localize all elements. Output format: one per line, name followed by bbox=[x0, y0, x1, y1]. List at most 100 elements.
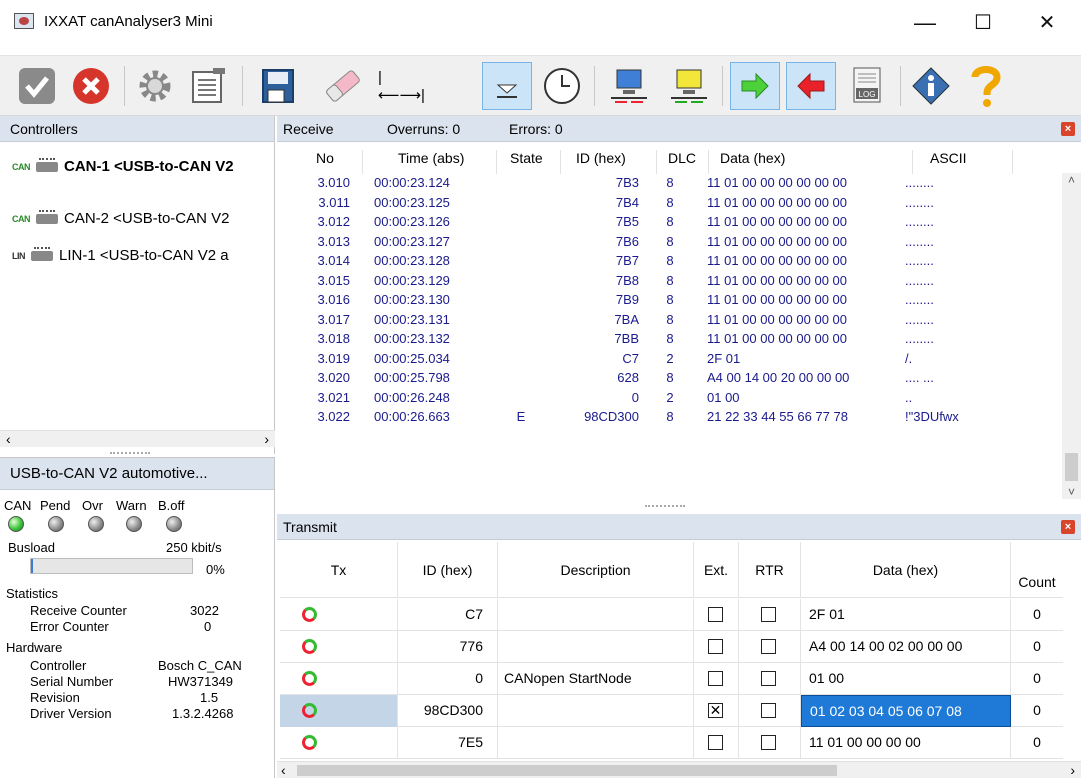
tx-ext-cell[interactable] bbox=[694, 663, 739, 695]
tx-id-cell[interactable]: 7E5 bbox=[398, 727, 498, 759]
receive-row[interactable]: 3.021 00:00:26.248 0 2 01 00.. bbox=[280, 388, 999, 408]
rtr-checkbox[interactable] bbox=[761, 671, 776, 686]
tx-id-cell[interactable]: 0 bbox=[398, 663, 498, 695]
tx-ext-cell[interactable]: ✕ bbox=[694, 695, 739, 727]
ext-checkbox[interactable] bbox=[708, 735, 723, 750]
transmit-row[interactable]: 0 CANopen StartNode 01 00 0 bbox=[280, 663, 1063, 695]
tx-description-cell[interactable] bbox=[498, 727, 694, 759]
start-button[interactable] bbox=[12, 62, 62, 110]
col-ascii[interactable]: ASCII bbox=[930, 150, 967, 166]
transmit-icon[interactable] bbox=[302, 735, 317, 750]
transmit-icon[interactable] bbox=[302, 703, 317, 718]
close-button[interactable]: ✕ bbox=[1024, 10, 1070, 38]
tx-count-cell[interactable]: 0 bbox=[1011, 599, 1063, 631]
tx-data-cell[interactable]: 2F 01 bbox=[801, 599, 1011, 631]
tx-data-cell[interactable]: 11 01 00 00 00 00 bbox=[801, 727, 1011, 759]
maximize-button[interactable]: ☐ bbox=[960, 10, 1006, 38]
tx-rtr-cell[interactable] bbox=[739, 695, 801, 727]
receive-filter-button[interactable] bbox=[604, 62, 654, 110]
tx-description-cell[interactable] bbox=[498, 695, 694, 727]
transmit-row[interactable]: C7 2F 01 0 bbox=[280, 599, 1063, 631]
rtr-checkbox[interactable] bbox=[761, 607, 776, 622]
tx-cell[interactable] bbox=[280, 727, 398, 759]
scroll-left-icon[interactable]: ‹ bbox=[6, 431, 11, 447]
col-dlc[interactable]: DLC bbox=[668, 150, 696, 166]
close-receive-icon[interactable]: × bbox=[1061, 122, 1075, 136]
ext-checkbox[interactable]: ✕ bbox=[708, 703, 723, 718]
tx-rtr-cell[interactable] bbox=[739, 599, 801, 631]
receive-row[interactable]: 3.012 00:00:23.126 7B5 8 11 01 00 00 00 00 0… bbox=[280, 212, 999, 232]
transmit-icon[interactable] bbox=[302, 607, 317, 622]
scroll-thumb[interactable] bbox=[297, 765, 837, 776]
controller-item-can1[interactable]: CAN CAN-1 <USB-to-CAN V2 bbox=[12, 158, 272, 175]
close-transmit-icon[interactable]: × bbox=[1061, 520, 1075, 534]
scroll-left-icon[interactable]: ‹ bbox=[281, 762, 286, 778]
col-rtr[interactable]: RTR bbox=[739, 542, 801, 598]
col-state[interactable]: State bbox=[510, 150, 543, 166]
tx-rtr-cell[interactable] bbox=[739, 663, 801, 695]
tx-description-cell[interactable]: CANopen StartNode bbox=[498, 663, 694, 695]
receive-row[interactable]: 3.022 00:00:26.663 E 98CD300 8 21 22 33 44 55… bbox=[280, 407, 999, 427]
scroll-right-icon[interactable]: › bbox=[264, 431, 269, 447]
receive-row[interactable]: 3.019 00:00:25.034 C7 2 2F 01 /. bbox=[280, 349, 999, 369]
receive-mode-button[interactable] bbox=[730, 62, 780, 110]
receive-row[interactable]: 3.017 00:00:23.131 7BA 8 11 01 00 00 00 00 0… bbox=[280, 310, 999, 330]
transmit-row[interactable]: 776 A4 00 14 00 02 00 00 00 0 bbox=[280, 631, 1063, 663]
stop-button[interactable] bbox=[66, 62, 116, 110]
receive-row[interactable]: 3.013 00:00:23.127 7B6 8 11 01 00 00 00 00 0… bbox=[280, 232, 999, 252]
clear-button[interactable] bbox=[318, 62, 368, 110]
tx-description-cell[interactable] bbox=[498, 599, 694, 631]
tx-ext-cell[interactable] bbox=[694, 599, 739, 631]
tx-description-cell[interactable] bbox=[498, 631, 694, 663]
col-tx[interactable]: Tx bbox=[280, 542, 398, 598]
tx-cell[interactable] bbox=[280, 599, 398, 631]
tx-cell[interactable] bbox=[280, 695, 398, 727]
tx-rtr-cell[interactable] bbox=[739, 631, 801, 663]
ext-checkbox[interactable] bbox=[708, 607, 723, 622]
tx-ext-cell[interactable] bbox=[694, 631, 739, 663]
tx-cell[interactable] bbox=[280, 663, 398, 695]
col-data[interactable]: Data (hex) bbox=[720, 150, 785, 166]
receive-row[interactable]: 3.016 00:00:23.130 7B9 8 11 01 00 00 00 00 0… bbox=[280, 290, 999, 310]
help-button[interactable] bbox=[960, 62, 1010, 110]
splitter-grip[interactable] bbox=[645, 505, 685, 508]
receive-row[interactable]: 3.014 00:00:23.128 7B7 8 11 01 00 00 00 00 0… bbox=[280, 251, 999, 271]
ext-checkbox[interactable] bbox=[708, 639, 723, 654]
receive-list[interactable]: 3.010 00:00:23.124 7B3 8 11 01 00 00 00 00 0… bbox=[280, 173, 1055, 499]
col-description[interactable]: Description bbox=[498, 542, 694, 598]
tx-cell[interactable] bbox=[280, 631, 398, 663]
scroll-right-icon[interactable]: › bbox=[1070, 762, 1075, 778]
col-id[interactable]: ID (hex) bbox=[398, 542, 498, 598]
transmit-mode-button[interactable] bbox=[786, 62, 836, 110]
tx-count-cell[interactable]: 0 bbox=[1011, 631, 1063, 663]
controller-item-can2[interactable]: CAN CAN-2 <USB-to-CAN V2 bbox=[12, 210, 272, 227]
settings-button[interactable] bbox=[130, 62, 180, 110]
scroll-up-icon[interactable]: ˄ bbox=[1062, 173, 1081, 187]
controller-item-lin1[interactable]: LIN LIN-1 <USB-to-CAN V2 a bbox=[12, 247, 272, 264]
autoscroll-button[interactable] bbox=[482, 62, 532, 110]
options-button[interactable] bbox=[184, 62, 234, 110]
tx-id-cell[interactable]: 776 bbox=[398, 631, 498, 663]
col-no[interactable]: No bbox=[316, 150, 334, 166]
scroll-down-icon[interactable]: ˅ bbox=[1062, 485, 1081, 499]
scroll-thumb[interactable] bbox=[1065, 453, 1078, 481]
tx-count-cell[interactable]: 0 bbox=[1011, 695, 1063, 727]
transmit-hscrollbar[interactable]: ‹ › bbox=[277, 761, 1081, 778]
receive-vscrollbar[interactable]: ˄ ˅ bbox=[1062, 173, 1081, 499]
transmit-filter-button[interactable] bbox=[664, 62, 714, 110]
col-time[interactable]: Time (abs) bbox=[398, 150, 464, 166]
minimize-button[interactable]: — bbox=[902, 10, 948, 38]
splitter-grip[interactable] bbox=[110, 452, 150, 455]
tx-count-cell[interactable]: 0 bbox=[1011, 727, 1063, 759]
ext-checkbox[interactable] bbox=[708, 671, 723, 686]
tx-id-cell[interactable]: 98CD300 bbox=[398, 695, 498, 727]
info-button[interactable] bbox=[906, 62, 956, 110]
rtr-checkbox[interactable] bbox=[761, 639, 776, 654]
tx-ext-cell[interactable] bbox=[694, 727, 739, 759]
col-ext[interactable]: Ext. bbox=[694, 542, 739, 598]
col-count[interactable]: Count bbox=[1011, 542, 1063, 598]
controllers-hscrollbar[interactable]: ‹ › bbox=[0, 430, 275, 447]
col-id[interactable]: ID (hex) bbox=[576, 150, 626, 166]
tx-data-cell[interactable]: A4 00 14 00 02 00 00 00 bbox=[801, 631, 1011, 663]
log-button[interactable]: LOG bbox=[842, 62, 892, 110]
